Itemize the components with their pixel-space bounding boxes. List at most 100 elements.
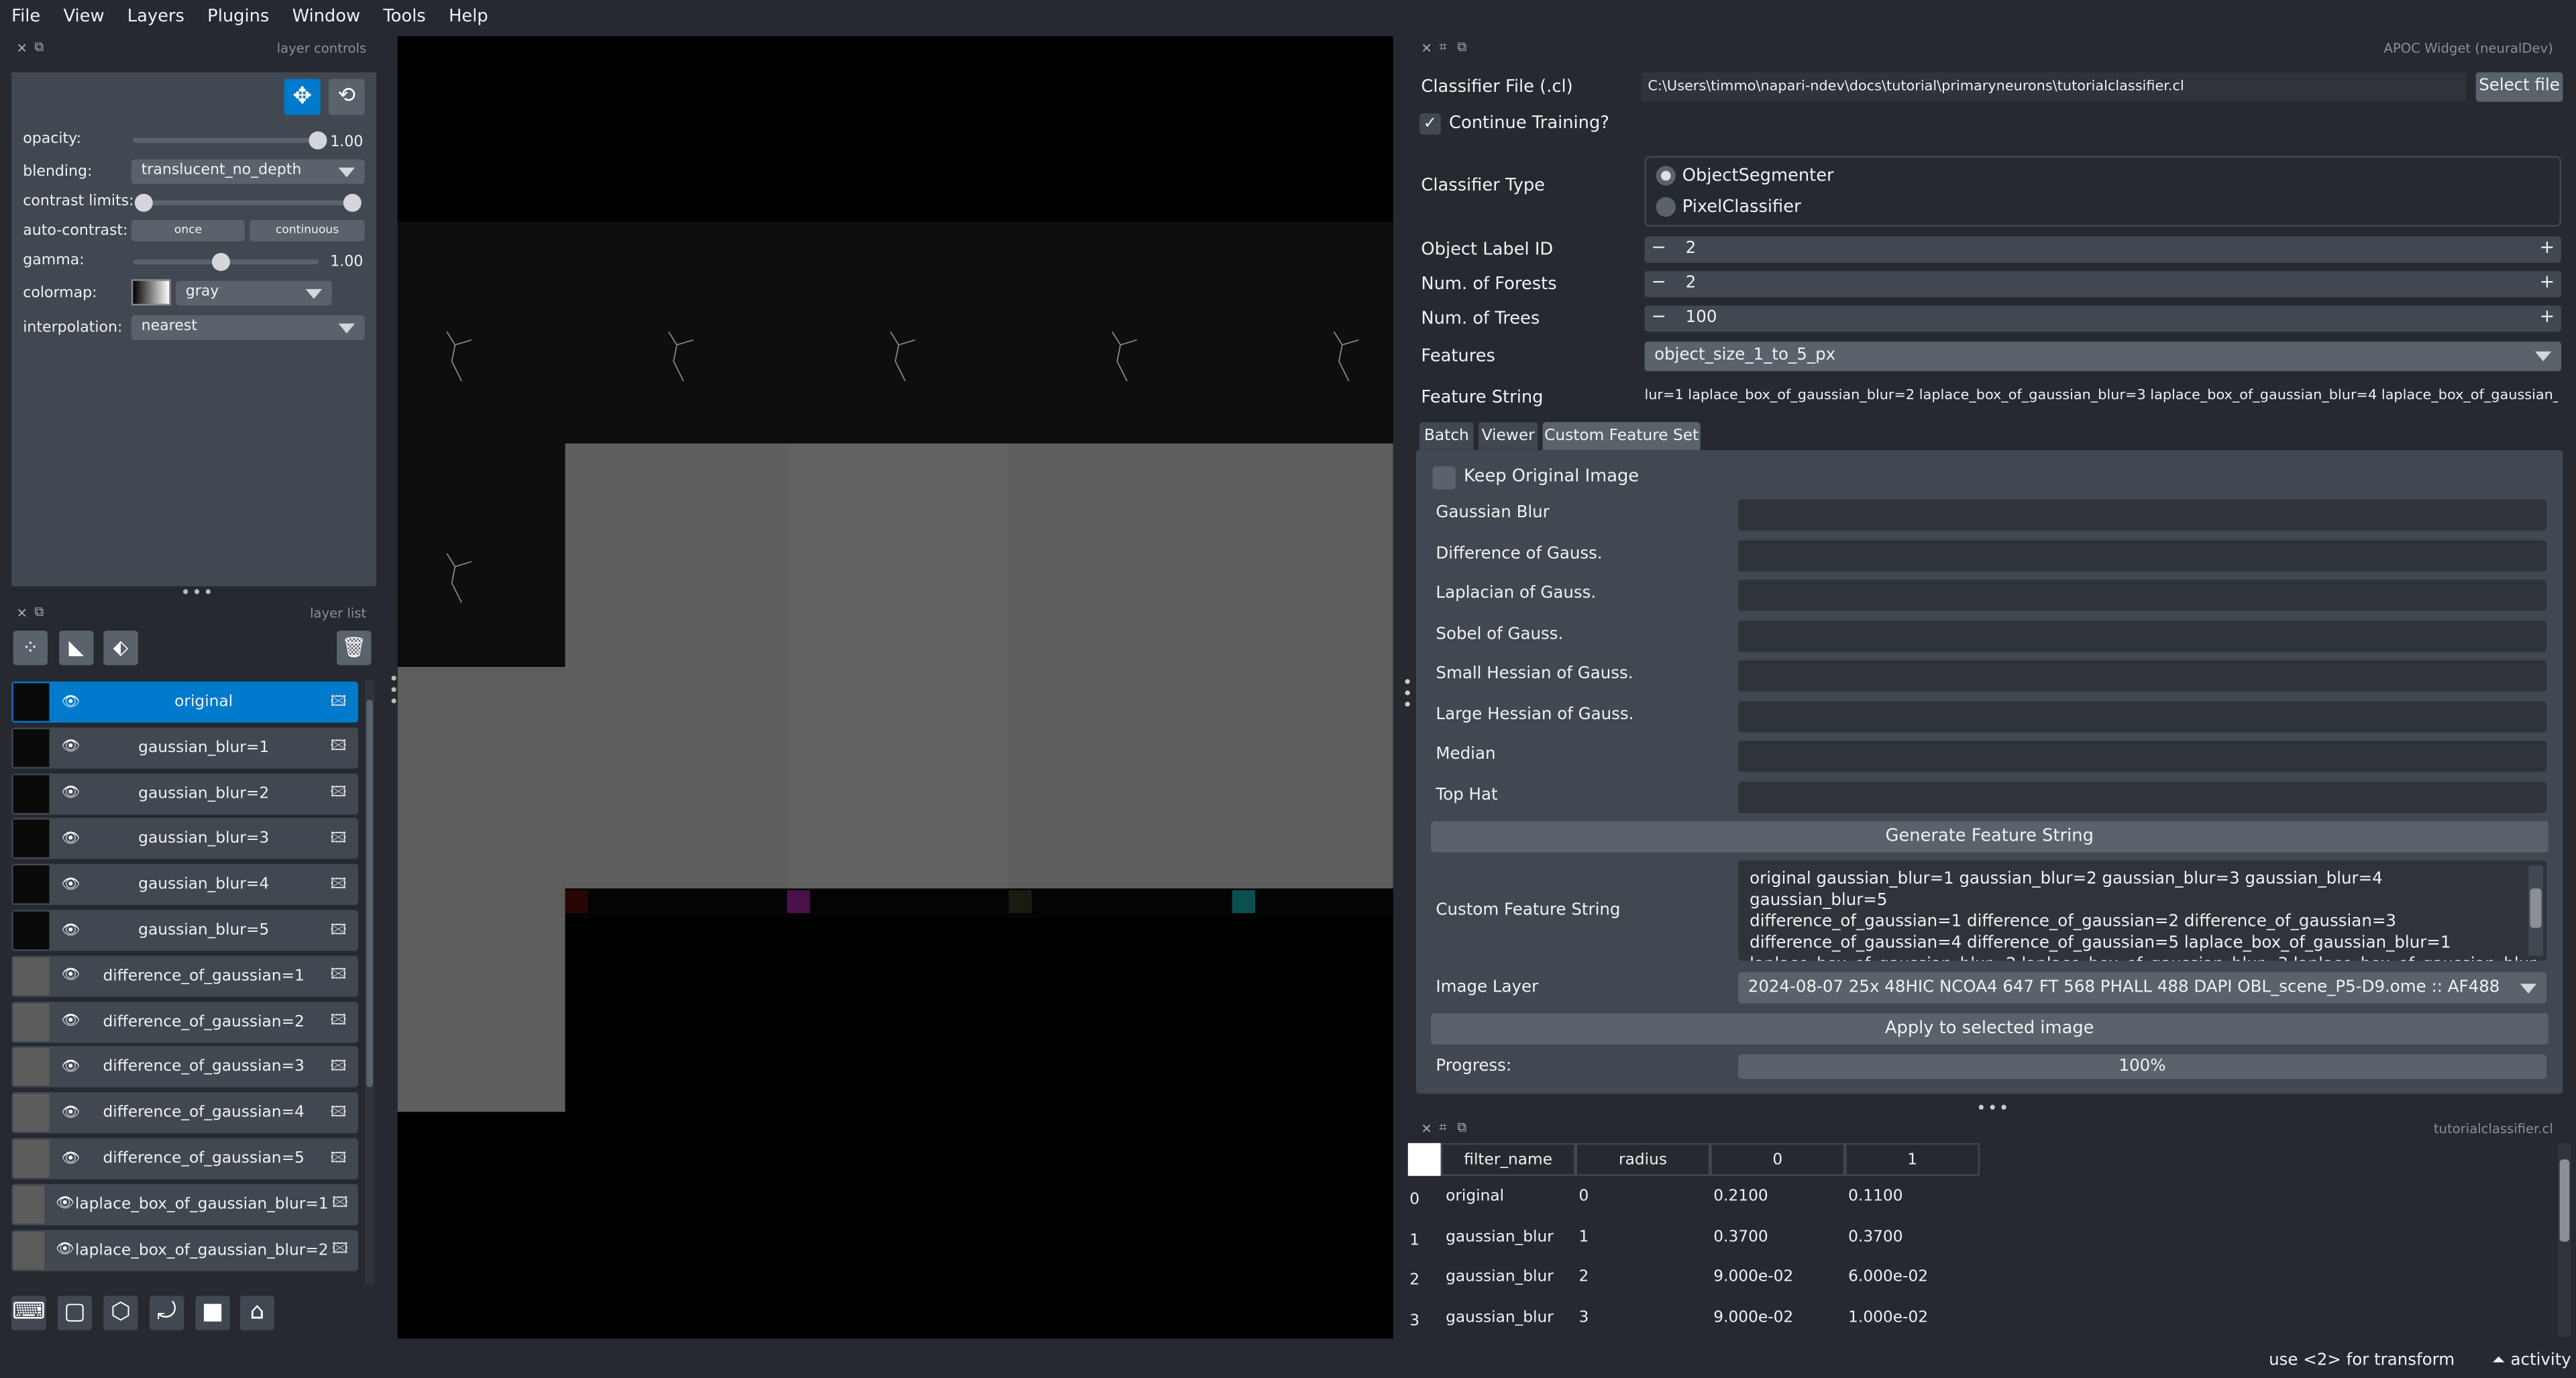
layer-row[interactable]: 👁 laplace_box_of_gaussian_blur=2 🖾 xyxy=(11,1229,358,1271)
table-column-header[interactable]: 1 xyxy=(1845,1143,1980,1176)
contrast-min-handle[interactable] xyxy=(134,193,153,212)
tab-custom-feature-set[interactable]: Custom Feature Set xyxy=(1542,422,1701,450)
object-segmenter-radio[interactable] xyxy=(1656,166,1676,186)
layer-name[interactable]: difference_of_gaussian=4 xyxy=(82,1104,325,1122)
eye-icon[interactable]: 👁 xyxy=(59,876,82,892)
layer-name[interactable]: gaussian_blur=2 xyxy=(82,784,325,802)
layer-row[interactable]: 👁 gaussian_blur=2 🖾 xyxy=(11,773,358,814)
menu-file[interactable]: File xyxy=(0,7,52,26)
layer-name[interactable]: difference_of_gaussian=2 xyxy=(82,1012,325,1030)
decrement-icon[interactable]: − xyxy=(1651,237,1666,258)
table-column-header[interactable]: filter_name xyxy=(1440,1143,1576,1176)
new-shapes-layer-icon[interactable]: ◣ xyxy=(59,631,94,666)
menu-layers[interactable]: Layers xyxy=(116,7,196,26)
table-cell[interactable]: 0.3700 xyxy=(1713,1228,1768,1246)
layer-name[interactable]: gaussian_blur=3 xyxy=(82,830,325,848)
close-icon[interactable]: ✕ xyxy=(1421,40,1434,55)
console-icon[interactable]: ⌨ xyxy=(11,1295,46,1330)
custom-feature-string-textarea[interactable]: original gaussian_blur=1 gaussian_blur=2… xyxy=(1738,860,2546,961)
table-cell[interactable]: 0 xyxy=(1578,1187,1589,1206)
layer-row[interactable]: 👁 difference_of_gaussian=3 🖾 xyxy=(11,1047,358,1088)
layer-row[interactable]: 👁 gaussian_blur=4 🖾 xyxy=(11,864,358,906)
activity-button[interactable]: ⏶ activity xyxy=(2492,1352,2571,1370)
eye-icon[interactable]: 👁 xyxy=(55,1196,75,1212)
interpolation-select[interactable]: nearest xyxy=(131,315,365,340)
layer-name[interactable]: gaussian_blur=1 xyxy=(82,739,325,757)
roll-dimensions-icon[interactable]: ⬡ xyxy=(103,1295,138,1330)
float-icon[interactable]: ⧉ xyxy=(1457,40,1470,56)
menu-view[interactable]: View xyxy=(52,7,115,26)
table-column-header[interactable]: 0 xyxy=(1710,1143,1845,1176)
filter-input[interactable] xyxy=(1738,580,2546,611)
filter-input[interactable] xyxy=(1738,781,2546,812)
close-icon[interactable]: ✕ xyxy=(16,40,30,55)
opacity-slider-handle[interactable] xyxy=(309,131,327,150)
viewer-canvas[interactable] xyxy=(397,36,1393,1339)
continue-training-checkbox[interactable]: ✓ xyxy=(1419,113,1441,135)
classifier-file-input[interactable]: C:\Users\timmo\napari-ndev\docs\tutorial… xyxy=(1641,72,2466,102)
menu-window[interactable]: Window xyxy=(280,7,372,26)
table-cell[interactable]: 0.1100 xyxy=(1848,1187,1902,1206)
layer-row[interactable]: 👁 difference_of_gaussian=4 🖾 xyxy=(11,1092,358,1134)
menu-plugins[interactable]: Plugins xyxy=(196,7,280,26)
table-cell[interactable]: 0.3700 xyxy=(1848,1228,1902,1246)
object-label-id-spinbox[interactable]: − 2 + xyxy=(1644,236,2561,263)
decrement-icon[interactable]: − xyxy=(1651,305,1666,327)
gamma-slider-handle[interactable] xyxy=(212,252,231,271)
image-layer-select[interactable]: 2024-08-07 25x 48HIC NCOA4 647 FT 568 PH… xyxy=(1738,972,2546,1004)
gamma-slider[interactable] xyxy=(133,252,319,271)
layer-row[interactable]: 👁 laplace_box_of_gaussian_blur=1 🖾 xyxy=(11,1183,358,1225)
table-cell[interactable]: 9.000e-02 xyxy=(1713,1268,1793,1286)
auto-contrast-continuous-button[interactable]: continuous xyxy=(250,220,365,242)
increment-icon[interactable]: + xyxy=(2540,305,2555,327)
decrement-icon[interactable]: − xyxy=(1651,271,1666,293)
num-forests-spinbox[interactable]: − 2 + xyxy=(1644,270,2561,298)
increment-icon[interactable]: + xyxy=(2540,271,2555,293)
filter-input[interactable] xyxy=(1738,700,2546,732)
delete-layer-icon[interactable]: 🗑 xyxy=(337,631,372,666)
pin-icon[interactable]: ⌗ xyxy=(1439,1120,1452,1136)
filter-input[interactable] xyxy=(1738,499,2546,531)
pixel-classifier-radio[interactable] xyxy=(1656,197,1676,217)
layer-name[interactable]: laplace_box_of_gaussian_blur=2 xyxy=(75,1241,329,1259)
tab-batch[interactable]: Batch xyxy=(1419,422,1474,450)
layer-name[interactable]: difference_of_gaussian=5 xyxy=(82,1150,325,1168)
eye-icon[interactable]: 👁 xyxy=(59,785,82,801)
layer-name[interactable]: laplace_box_of_gaussian_blur=1 xyxy=(75,1196,329,1214)
transpose-icon[interactable]: ⤾ xyxy=(149,1295,184,1330)
eye-icon[interactable]: 👁 xyxy=(59,739,82,755)
table-cell[interactable]: 9.000e-02 xyxy=(1713,1308,1793,1326)
layer-row[interactable]: 👁 gaussian_blur=3 🖾 xyxy=(11,818,358,860)
table-cell[interactable]: gaussian_blur xyxy=(1446,1228,1554,1246)
splitter-handle[interactable]: ••• xyxy=(1976,1100,2010,1118)
table-cell[interactable]: 3 xyxy=(1578,1308,1589,1326)
pan-zoom-icon[interactable]: ✥ xyxy=(284,78,321,115)
table-row-index[interactable]: 1 xyxy=(1409,1231,1419,1249)
contrast-limits-slider[interactable] xyxy=(134,193,362,212)
pin-icon[interactable]: ⌗ xyxy=(1439,40,1452,56)
menu-tools[interactable]: Tools xyxy=(372,7,437,26)
layer-name[interactable]: gaussian_blur=5 xyxy=(82,921,325,939)
table-cell[interactable]: gaussian_blur xyxy=(1446,1308,1554,1326)
close-icon[interactable]: ✕ xyxy=(1421,1121,1434,1136)
menu-help[interactable]: Help xyxy=(437,7,500,26)
table-scrollbar[interactable] xyxy=(2558,1143,2571,1337)
transform-icon[interactable]: ⟲ xyxy=(328,78,365,115)
layer-name[interactable]: gaussian_blur=4 xyxy=(82,876,325,894)
textarea-scrollbar[interactable] xyxy=(2528,865,2544,956)
select-file-button[interactable]: Select file xyxy=(2475,72,2563,102)
eye-icon[interactable]: 👁 xyxy=(59,831,82,847)
table-row-index[interactable]: 2 xyxy=(1409,1271,1419,1289)
layer-name[interactable]: difference_of_gaussian=3 xyxy=(82,1058,325,1076)
table-cell[interactable]: 6.000e-02 xyxy=(1848,1268,1928,1286)
toggle-ndisplay-icon[interactable]: ▢ xyxy=(57,1295,93,1330)
layer-row[interactable]: 👁 difference_of_gaussian=5 🖾 xyxy=(11,1138,358,1179)
keep-original-checkbox[interactable] xyxy=(1432,466,1456,490)
filter-input[interactable] xyxy=(1738,741,2546,772)
float-icon[interactable]: ⧉ xyxy=(34,604,48,621)
features-select[interactable]: object_size_1_to_5_px xyxy=(1644,341,2561,372)
tab-viewer[interactable]: Viewer xyxy=(1479,422,1538,450)
new-points-layer-icon[interactable]: ⁘ xyxy=(13,631,48,666)
close-icon[interactable]: ✕ xyxy=(16,605,30,620)
float-icon[interactable]: ⧉ xyxy=(1457,1120,1470,1136)
